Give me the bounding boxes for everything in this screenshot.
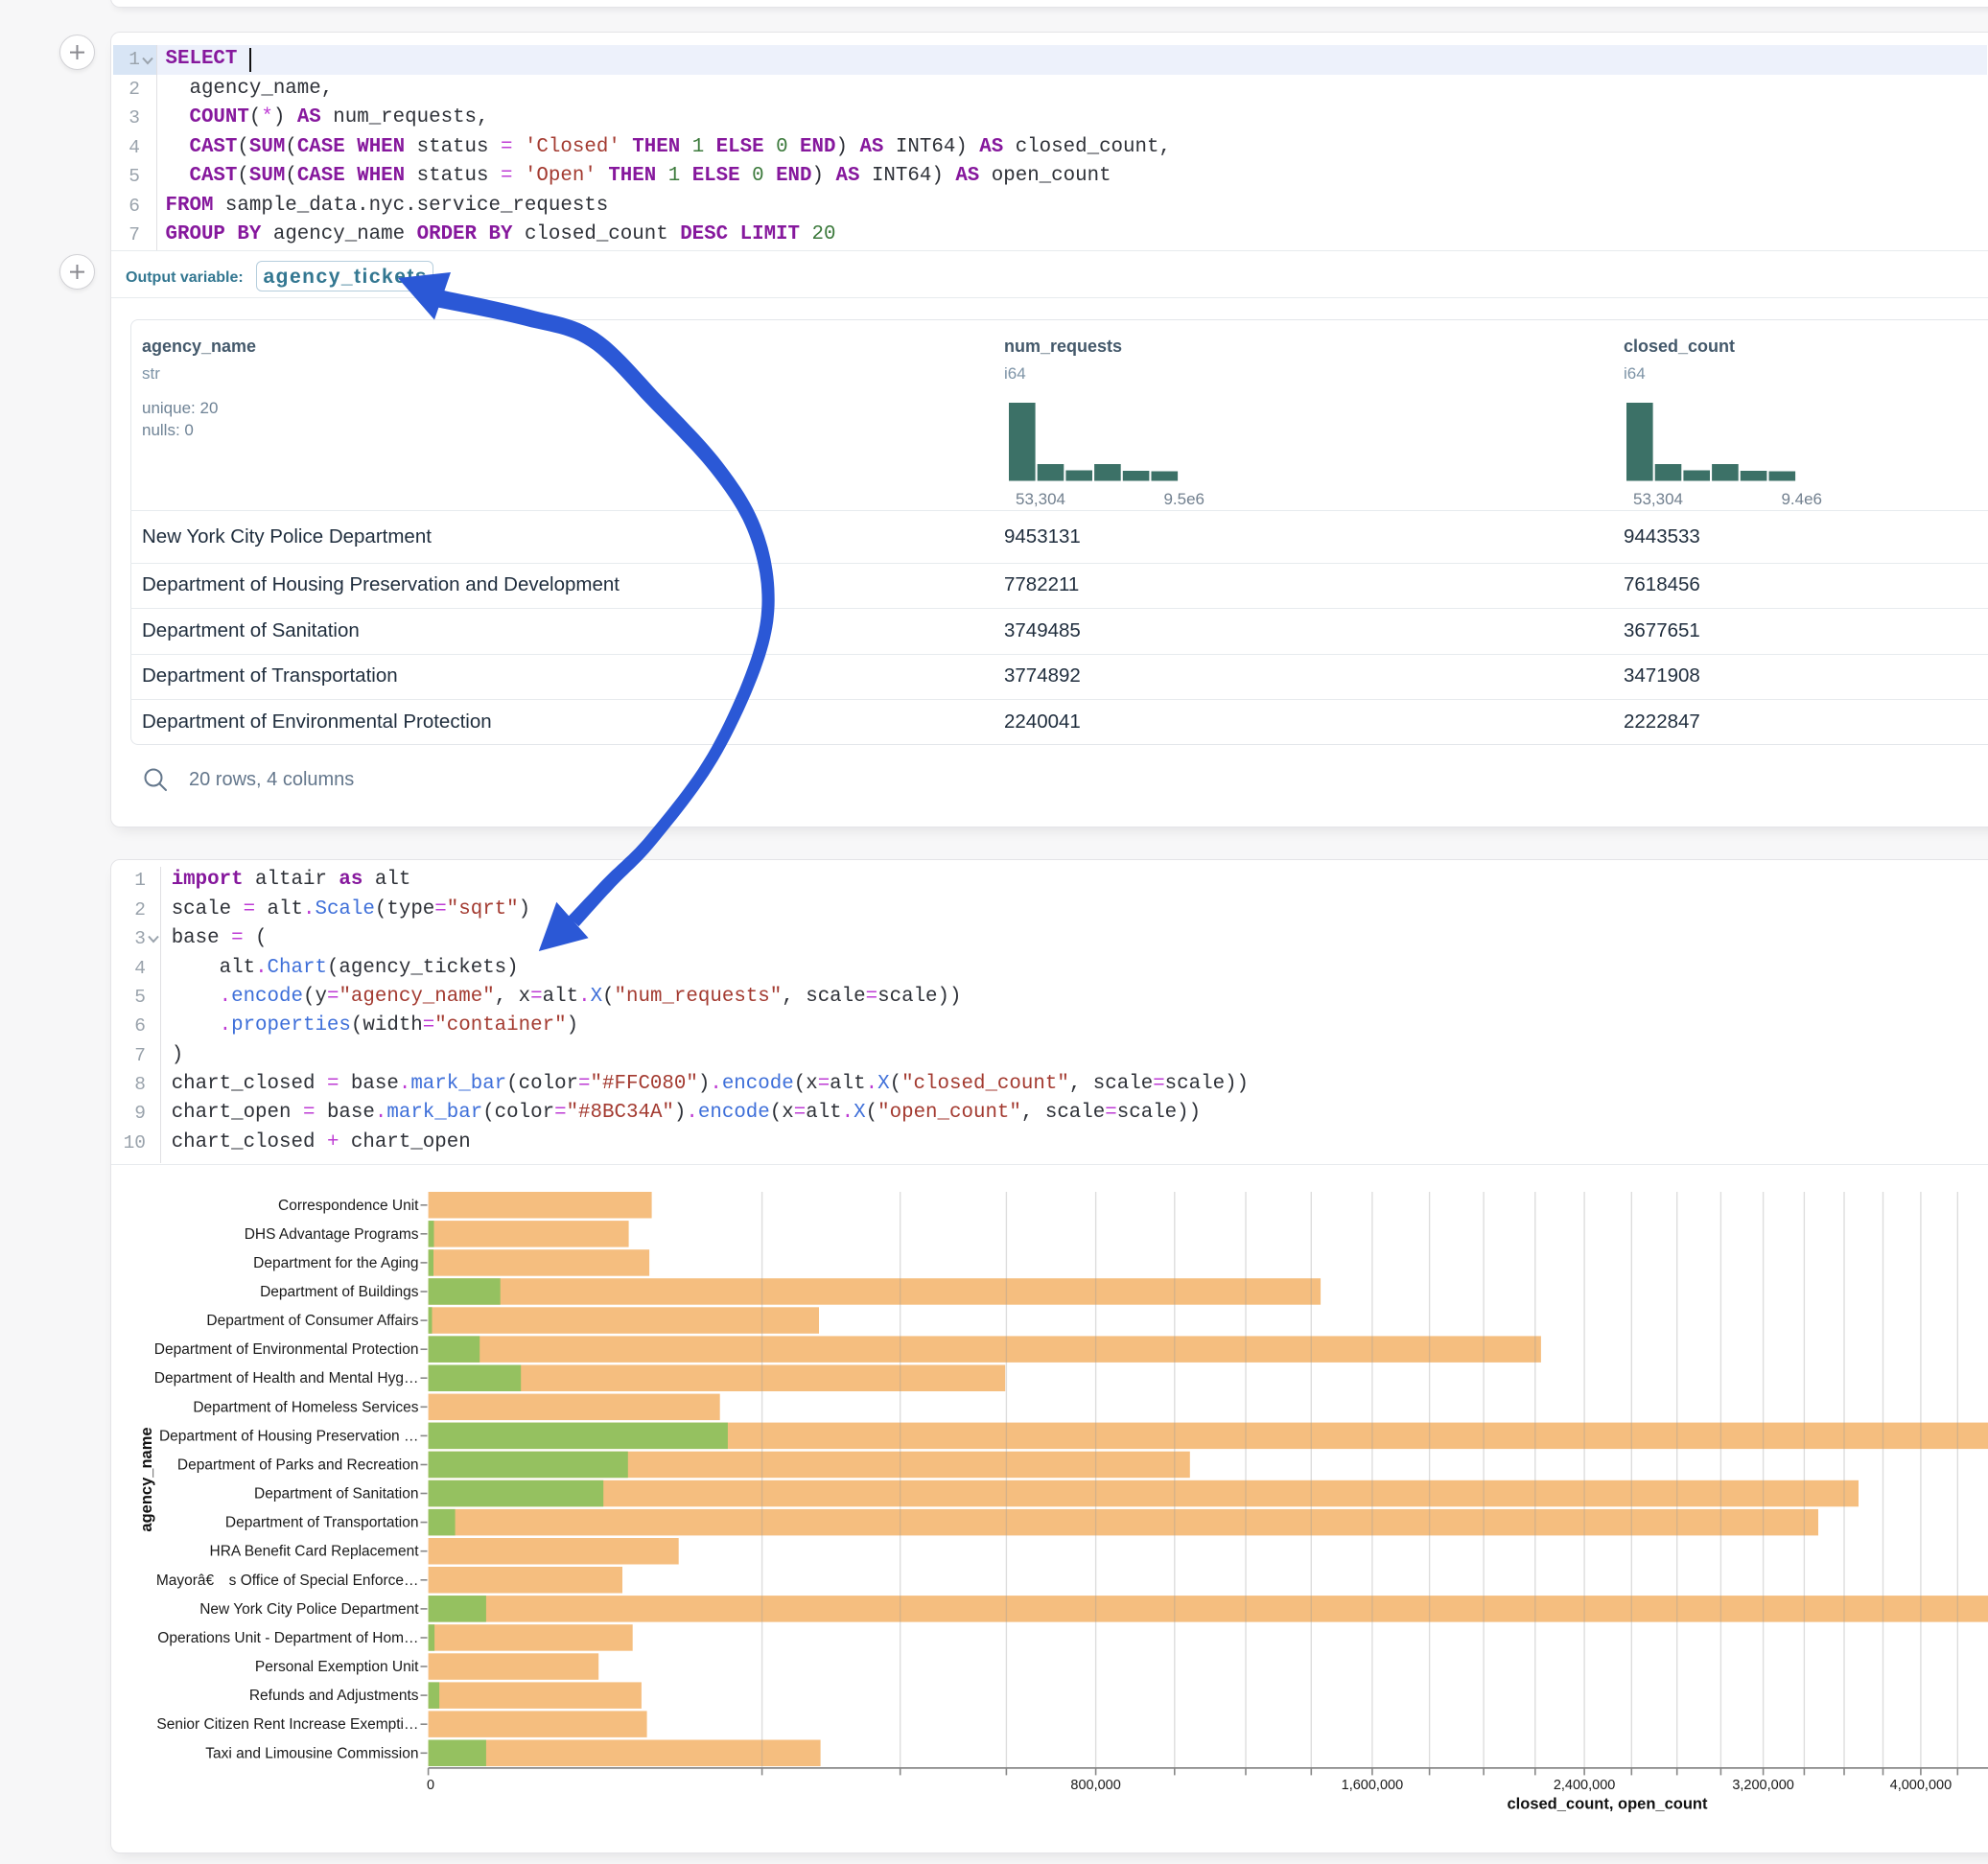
svg-text:Correspondence Unit: Correspondence Unit (278, 1198, 419, 1214)
svg-text:Department of Sanitation: Department of Sanitation (254, 1486, 418, 1503)
svg-text:4,000,000: 4,000,000 (1890, 1778, 1953, 1793)
svg-text:53,304: 53,304 (1016, 490, 1065, 508)
svg-text:agency_name: agency_name (138, 1427, 155, 1531)
svg-text:1,600,000: 1,600,000 (1342, 1778, 1404, 1793)
svg-text:HRA Benefit Card Replacement: HRA Benefit Card Replacement (210, 1544, 420, 1560)
svg-text:Taxi and Limousine Commission: Taxi and Limousine Commission (205, 1745, 418, 1761)
svg-text:DHS Advantage Programs: DHS Advantage Programs (245, 1226, 419, 1243)
svg-text:Department of Environmental Pr: Department of Environmental Protection (154, 1341, 419, 1358)
svg-text:9.5e6: 9.5e6 (1163, 490, 1204, 508)
svg-text:Mayorâ€ s Office of Special En: Mayorâ€ s Office of Special Enforce… (156, 1573, 419, 1589)
svg-text:closed_count, open_count: closed_count, open_count (1507, 1796, 1708, 1813)
svg-text:0: 0 (427, 1778, 434, 1793)
svg-text:Department of Homeless Service: Department of Homeless Services (193, 1399, 418, 1415)
svg-text:800,000: 800,000 (1070, 1778, 1120, 1793)
svg-text:Refunds and Adjustments: Refunds and Adjustments (249, 1688, 419, 1704)
svg-text:Department of Health and Menta: Department of Health and Mental Hyg… (154, 1370, 419, 1386)
svg-text:9.4e6: 9.4e6 (1781, 490, 1822, 508)
svg-text:Department of Buildings: Department of Buildings (260, 1284, 419, 1300)
svg-text:2,400,000: 2,400,000 (1554, 1778, 1616, 1793)
svg-text:Department of Housing Preserva: Department of Housing Preservation … (159, 1428, 419, 1444)
svg-text:Department for the Aging: Department for the Aging (253, 1255, 418, 1271)
svg-text:New York City Police Departmen: New York City Police Department (199, 1601, 419, 1618)
svg-text:Department of Consumer Affairs: Department of Consumer Affairs (206, 1313, 418, 1329)
svg-text:Senior Citizen Rent Increase E: Senior Citizen Rent Increase Exempti… (156, 1716, 418, 1733)
svg-text:Department of Transportation: Department of Transportation (225, 1515, 419, 1531)
svg-text:53,304: 53,304 (1633, 490, 1683, 508)
svg-text:Operations Unit - Department o: Operations Unit - Department of Hom… (157, 1630, 418, 1646)
svg-text:Personal Exemption Unit: Personal Exemption Unit (255, 1659, 419, 1675)
svg-text:Department of Parks and Recrea: Department of Parks and Recreation (177, 1457, 419, 1474)
svg-text:3,200,000: 3,200,000 (1732, 1778, 1794, 1793)
